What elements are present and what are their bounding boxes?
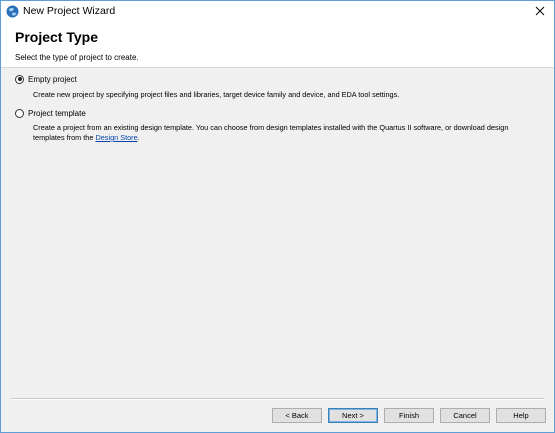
close-icon [535,3,545,21]
empty-project-description: Create new project by specifying project… [33,90,400,99]
close-button[interactable] [526,1,554,23]
project-template-label[interactable]: Project template [28,109,86,118]
project-template-option[interactable]: Project template [15,107,86,119]
project-template-description: Create a project from an existing design… [33,123,538,143]
design-store-link[interactable]: Design Store [95,133,137,142]
wizard-header: Project Type Select the type of project … [1,23,554,68]
empty-project-option[interactable]: Empty project [15,73,77,85]
help-button[interactable]: Help [496,408,546,423]
project-template-description-end: . [137,133,140,142]
next-button[interactable]: Next > [328,408,378,423]
finish-button[interactable]: Finish [384,408,434,423]
empty-project-label[interactable]: Empty project [28,75,77,84]
page-subtitle: Select the type of project to create. [15,53,139,62]
new-project-wizard-window: New Project Wizard Project Type Select t… [0,0,555,433]
window-title: New Project Wizard [23,5,116,17]
page-title: Project Type [15,29,98,45]
footer-separator [11,398,544,400]
project-template-radio[interactable] [15,108,24,118]
empty-project-radio[interactable] [15,74,24,84]
title-bar[interactable]: New Project Wizard [1,1,554,23]
cancel-button[interactable]: Cancel [440,408,490,423]
back-button[interactable]: < Back [272,408,322,423]
quartus-globe-icon [6,5,19,18]
